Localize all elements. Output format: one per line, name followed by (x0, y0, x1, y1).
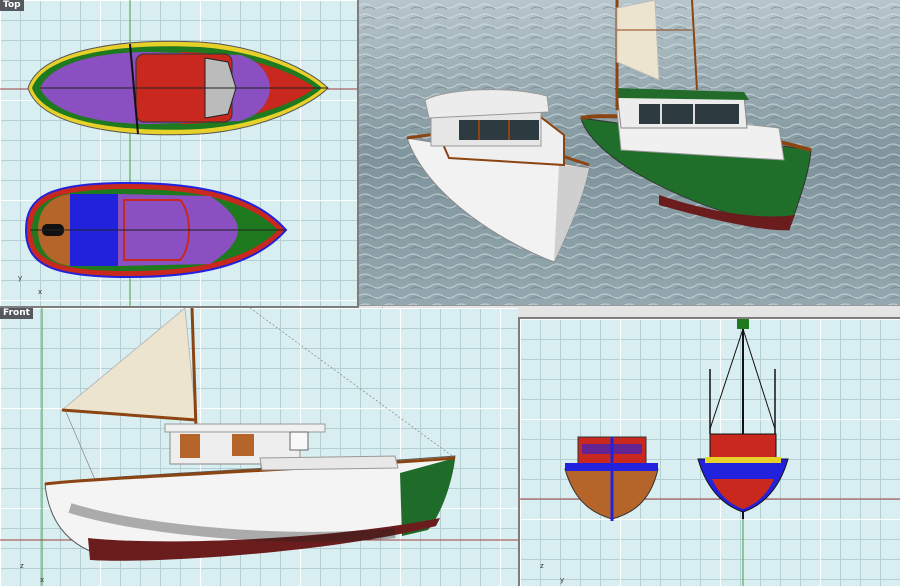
axis-label-z: z (20, 562, 24, 570)
boat-section-2 (697, 319, 789, 519)
axis-label-z: z (540, 562, 544, 570)
boat-side-profile (44, 308, 456, 561)
sail (60, 308, 197, 421)
axis-label-x: x (40, 576, 45, 584)
viewport-front[interactable]: Front z x (0, 308, 518, 586)
axis-label-x: x (38, 288, 43, 296)
axis-label-y: y (18, 274, 23, 282)
right-view-drawing (520, 319, 900, 586)
front-view-drawing (0, 308, 518, 586)
viewport-right[interactable]: z y (520, 319, 900, 586)
boat-top-plan-1 (27, 40, 329, 136)
perspective-view-drawing (359, 0, 900, 306)
boat-section-1 (564, 436, 659, 521)
viewport-label-front[interactable]: Front (0, 308, 33, 319)
axis-label-y: y (560, 576, 565, 584)
boat-top-plan-2 (24, 181, 288, 279)
top-view-drawing (0, 0, 357, 306)
viewport-top[interactable]: Top y x (0, 0, 357, 306)
viewport-perspective[interactable]: Complete. (359, 0, 900, 317)
viewport-label-top[interactable]: Top (0, 0, 24, 11)
